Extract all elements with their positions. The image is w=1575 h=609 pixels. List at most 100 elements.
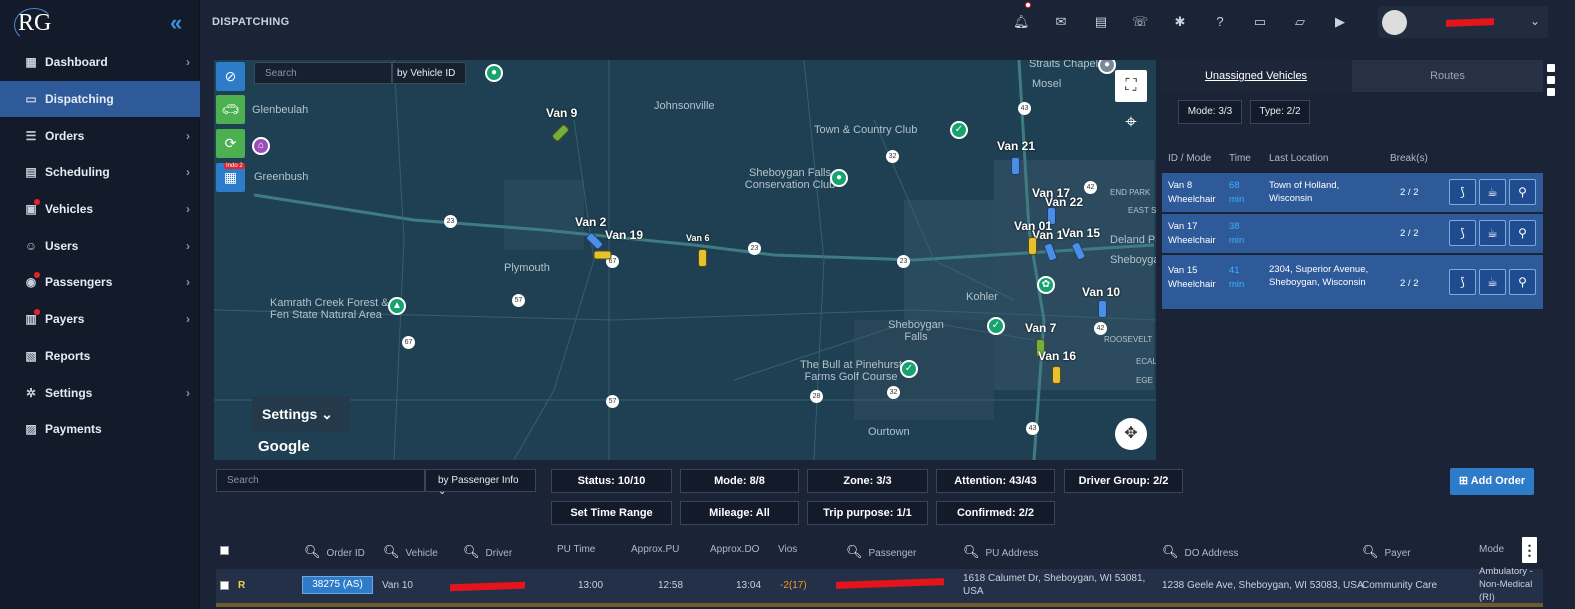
horizontal-scrollbar[interactable] [216,603,1543,607]
search-icon[interactable]: 🔍︎ [383,544,400,559]
add-order-button[interactable]: ⊞ Add Order [1450,468,1534,495]
mileage-filter[interactable]: Mileage: All [680,501,799,525]
break-icon[interactable]: ☕︎ [1479,269,1506,295]
tab-unassigned-vehicles[interactable]: Unassigned Vehicles [1160,60,1352,92]
sidebar-item-orders[interactable]: ☰ Orders › [0,117,200,154]
bell-icon[interactable]: 🔔︎ [1013,14,1030,30]
panel-toggle-icon[interactable] [1547,88,1555,96]
van-label[interactable]: Van 6 [686,233,710,243]
collapse-sidebar-icon[interactable]: « [170,10,182,36]
time-range-filter[interactable]: Set Time Range [551,501,672,525]
search-icon[interactable]: 🔍︎ [963,544,980,559]
route-icon[interactable]: ⟆ [1449,179,1476,205]
sidebar-item-scheduling[interactable]: ▤ Scheduling › [0,154,200,191]
locate-vehicle-icon[interactable]: ⚲ [1509,269,1536,295]
search-icon[interactable]: 🔍︎ [846,544,863,559]
order-id-button[interactable]: 38275 (AS) [302,576,373,594]
van-marker[interactable] [1011,157,1020,175]
sidebar-item-settings[interactable]: ✲ Settings › [0,374,200,411]
cast-icon[interactable]: ▱ [1292,14,1308,30]
sidebar-item-reports[interactable]: ▧ Reports [0,338,200,375]
map-settings-button[interactable]: Settings ⌄ [252,396,350,432]
column-header-order-id[interactable]: 🔍︎ Order ID [304,544,365,560]
mode-filter[interactable]: Mode: 8/8 [680,469,799,493]
list-item[interactable]: Van 17 Wheelchair 38 min 2 / 2 ⟆ ☕︎ ⚲ [1162,214,1543,254]
column-header-driver[interactable]: 🔍︎ Driver [463,544,512,560]
sidebar-item-dashboard[interactable]: ▦ Dashboard › [0,44,200,81]
van-label[interactable]: Van 10 [1082,285,1120,299]
app-logo[interactable]: RG [14,8,58,42]
video-icon[interactable]: ▶ [1332,14,1348,30]
column-options-icon[interactable]: ⋮ [1522,537,1537,563]
zone-filter[interactable]: Zone: 3/3 [807,469,928,493]
van-marker[interactable] [1028,237,1037,255]
location-pin-icon[interactable]: ✿ [1037,276,1055,294]
tab-routes[interactable]: Routes [1352,60,1543,92]
sidebar-item-dispatching[interactable]: ▭ Dispatching [0,80,200,118]
route-icon[interactable]: ⟆ [1449,220,1476,246]
location-pin-icon[interactable]: ✓ [900,360,918,378]
driver-group-filter[interactable]: Driver Group: 2/2 [1064,469,1183,493]
building-pin-icon[interactable]: ⌂ [252,137,270,155]
van-label[interactable]: Van 9 [546,106,577,120]
van-marker[interactable] [1052,366,1061,384]
search-icon[interactable]: 🔍︎ [463,544,480,559]
sidebar-item-users[interactable]: ☺ Users › [0,227,200,264]
column-header-pu-address[interactable]: 🔍︎ PU Address [963,544,1038,560]
refresh-icon[interactable]: ⟳ [216,129,245,158]
status-filter[interactable]: Status: 10/10 [551,469,672,493]
location-pin-icon[interactable]: ● [485,64,503,82]
column-header-passenger[interactable]: 🔍︎ Passenger [846,544,916,560]
column-header-mode[interactable]: Mode [1479,544,1504,555]
calendar-chat-icon[interactable]: ▤ [1093,14,1109,30]
break-icon[interactable]: ☕︎ [1479,179,1506,205]
pan-control-icon[interactable]: ✥ [1115,418,1147,450]
van-label[interactable]: Van 15 [1062,226,1100,240]
location-pin-icon[interactable]: ✓ [987,317,1005,335]
trip-purpose-filter[interactable]: Trip purpose: 1/1 [807,501,928,525]
user-menu[interactable]: ⌄ [1378,6,1548,38]
search-icon[interactable]: 🔍︎ [1162,544,1179,559]
chat-icon[interactable]: ☏ [1132,14,1148,30]
van-marker[interactable] [1098,300,1107,318]
panel-toggle-icon[interactable] [1547,76,1555,84]
sidebar-item-vehicles[interactable]: ▣ Vehicles › [0,191,200,228]
table-row[interactable]: R 38275 (AS) Van 10 13:00 12:58 13:04 -2… [216,566,1543,605]
column-header-payer[interactable]: 🔍︎ Payer [1362,544,1411,560]
van-label[interactable]: Van 2 [575,215,606,229]
select-all-checkbox[interactable] [220,546,229,555]
help-icon[interactable]: ? [1212,14,1228,30]
hide-vehicles-icon[interactable]: ⊘ [216,62,245,91]
break-icon[interactable]: ☕︎ [1479,220,1506,246]
route-icon[interactable]: ⟆ [1449,269,1476,295]
column-header-approx-do[interactable]: Approx.DO [710,544,759,555]
van-label[interactable]: Van 21 [997,139,1035,153]
panel-toggle-icon[interactable] [1547,64,1555,72]
van-label[interactable]: Van 16 [1038,349,1076,363]
van-marker[interactable] [593,250,612,260]
confirmed-filter[interactable]: Confirmed: 2/2 [936,501,1055,525]
sidebar-item-passengers[interactable]: ◉ Passengers › [0,264,200,301]
location-pin-icon[interactable]: ▲ [388,297,406,315]
car-icon[interactable]: 🚗︎ [216,95,245,124]
column-header-do-address[interactable]: 🔍︎ DO Address [1162,544,1238,560]
map-view[interactable]: Search by Vehicle ID Glenbeulah Johnsonv… [214,60,1156,460]
row-checkbox[interactable] [220,581,229,590]
location-pin-icon[interactable]: ✓ [950,121,968,139]
fullscreen-icon[interactable]: ⛶ [1115,70,1147,102]
sidebar-item-payers[interactable]: ▥ Payers › [0,301,200,338]
column-header-pu-time[interactable]: PU Time [557,544,595,555]
order-search-mode-select[interactable]: by Passenger Info ⌄ [425,469,536,497]
vehicle-search-mode-select[interactable]: by Vehicle ID [392,62,466,84]
sidebar-item-payments[interactable]: ▨ Payments [0,411,200,448]
column-header-approx-pu[interactable]: Approx.PU [631,544,679,555]
search-icon[interactable]: 🔍︎ [304,544,321,559]
order-search-input[interactable]: Search [216,469,425,492]
van-label[interactable]: Van 7 [1025,321,1056,335]
my-location-icon[interactable]: ⌖ [1115,106,1147,138]
mode-filter[interactable]: Mode: 3/3 [1178,100,1242,124]
inbox-icon[interactable]: ✉ [1053,14,1069,30]
type-filter[interactable]: Type: 2/2 [1250,100,1310,124]
location-pin-icon[interactable]: ● [830,169,848,187]
document-icon[interactable]: ▭ [1252,14,1268,30]
